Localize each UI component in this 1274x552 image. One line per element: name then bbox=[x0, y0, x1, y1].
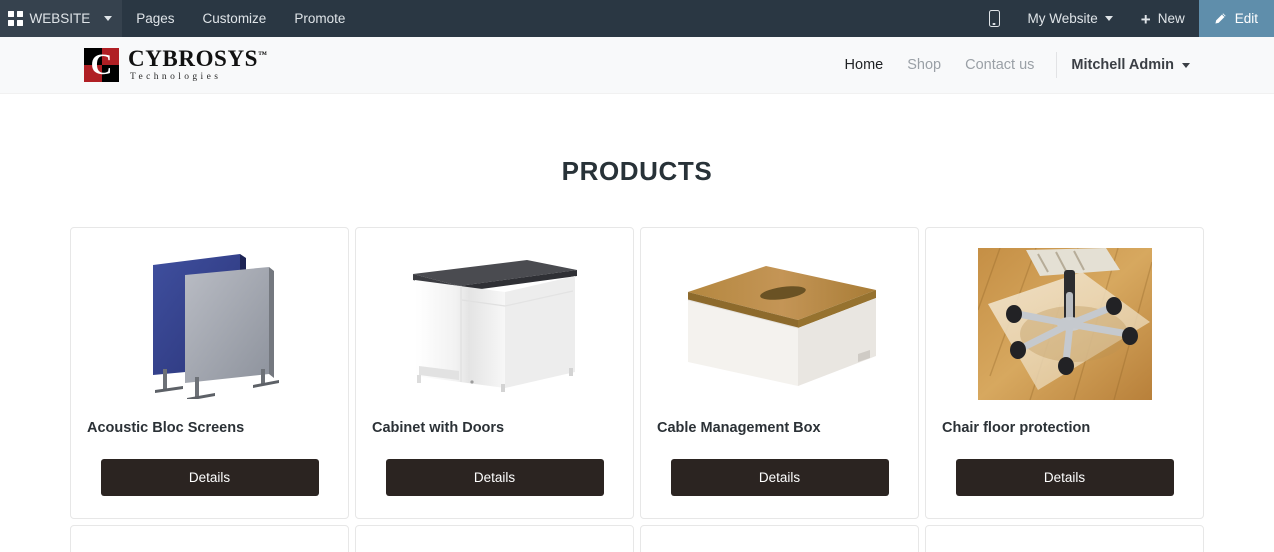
site-nav: Home Shop Contact us Mitchell Admin bbox=[833, 52, 1274, 78]
new-button-label: New bbox=[1157, 10, 1185, 26]
product-card[interactable] bbox=[70, 525, 349, 552]
product-name: Cable Management Box bbox=[657, 420, 821, 436]
nav-item-shop[interactable]: Shop bbox=[895, 57, 953, 73]
website-selector[interactable]: My Website bbox=[1014, 0, 1127, 37]
new-button[interactable]: + New bbox=[1127, 0, 1199, 37]
product-card[interactable]: Acoustic Bloc Screens Details bbox=[70, 227, 349, 520]
website-apps-menu[interactable]: WEBSITE bbox=[0, 0, 123, 37]
details-button[interactable]: Details bbox=[955, 459, 1174, 497]
chevron-down-icon bbox=[1182, 62, 1190, 68]
product-card[interactable]: Chair floor protection Details bbox=[925, 227, 1204, 520]
editor-menu-pages-label: Pages bbox=[136, 10, 175, 26]
editor-bar-left: WEBSITE Pages Customize Promote bbox=[0, 0, 359, 37]
logo-tagline: Technologies bbox=[130, 72, 222, 83]
product-card[interactable]: Cabinet with Doors Details bbox=[355, 227, 634, 520]
acoustic-bloc-screens-image bbox=[87, 240, 332, 408]
logo-name: CYBROSYS bbox=[128, 46, 259, 72]
product-name: Acoustic Bloc Screens bbox=[87, 420, 245, 436]
chair-floor-protection-image bbox=[942, 240, 1187, 408]
odoo-editor-bar: WEBSITE Pages Customize Promote My Websi… bbox=[0, 0, 1274, 37]
edit-button[interactable]: Edit bbox=[1198, 0, 1274, 37]
logo-trademark: ™ bbox=[258, 49, 268, 60]
user-menu[interactable]: Mitchell Admin bbox=[1063, 57, 1190, 73]
product-card[interactable] bbox=[355, 525, 634, 552]
cabinet-with-doors-image bbox=[372, 240, 617, 408]
products-grid: Acoustic Bloc Screens Details Cabinet wi… bbox=[70, 227, 1204, 552]
edit-button-label: Edit bbox=[1234, 10, 1258, 26]
website-menu-label: WEBSITE bbox=[29, 10, 91, 26]
editor-menu-customize-label: Customize bbox=[202, 10, 267, 26]
user-menu-label: Mitchell Admin bbox=[1071, 57, 1174, 73]
cable-management-box-image bbox=[657, 240, 902, 408]
page-title: PRODUCTS bbox=[561, 156, 713, 186]
pencil-icon bbox=[1213, 12, 1227, 26]
editor-menu-customize[interactable]: Customize bbox=[189, 0, 281, 37]
product-name: Cabinet with Doors bbox=[372, 420, 505, 436]
site-logo[interactable]: C CYBROSYS™ Technologies bbox=[84, 47, 268, 83]
website-selector-label: My Website bbox=[1027, 10, 1098, 26]
editor-menu-pages[interactable]: Pages bbox=[122, 0, 188, 37]
product-name: Chair floor protection bbox=[942, 420, 1091, 436]
mobile-preview-button[interactable] bbox=[975, 0, 1014, 37]
nav-divider bbox=[1056, 52, 1058, 78]
details-button[interactable]: Details bbox=[385, 459, 604, 497]
details-button[interactable]: Details bbox=[100, 459, 319, 497]
site-header: C CYBROSYS™ Technologies Home Shop Conta… bbox=[0, 37, 1274, 94]
mobile-phone-icon bbox=[988, 10, 1000, 27]
editor-bar-right: My Website + New Edit bbox=[975, 0, 1274, 37]
chevron-down-icon bbox=[104, 16, 113, 21]
cybrosys-logo-mark-icon: C bbox=[84, 48, 119, 82]
page-content: PRODUCTS Acoustic Bloc Screens Details C… bbox=[0, 94, 1274, 552]
logo-text: CYBROSYS™ Technologies bbox=[128, 47, 268, 83]
grid-apps-icon bbox=[8, 11, 23, 26]
product-card: Cable Management Box Details bbox=[640, 227, 919, 520]
chevron-down-icon bbox=[1104, 16, 1113, 21]
editor-menu-promote[interactable]: Promote bbox=[280, 0, 359, 37]
editor-menu-promote-label: Promote bbox=[294, 10, 346, 26]
nav-item-contact-us[interactable]: Contact us bbox=[953, 57, 1046, 73]
details-button[interactable]: Details bbox=[670, 459, 889, 497]
nav-item-home[interactable]: Home bbox=[833, 57, 896, 73]
product-card[interactable] bbox=[640, 525, 919, 552]
products-section: Acoustic Bloc Screens Details Cabinet wi… bbox=[0, 187, 1274, 552]
product-card[interactable] bbox=[925, 525, 1204, 552]
